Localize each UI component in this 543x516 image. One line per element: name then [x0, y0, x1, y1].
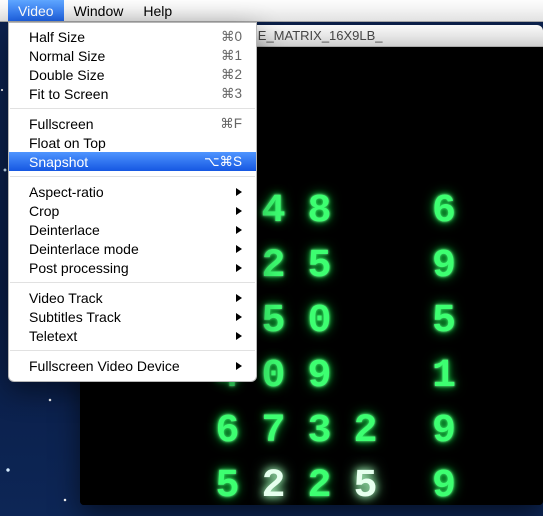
menu-separator — [10, 282, 255, 283]
matrix-digit: 3 — [297, 409, 343, 454]
matrix-digit — [343, 354, 389, 399]
menu-item-deinterlace[interactable]: Deinterlace — [9, 220, 256, 239]
matrix-digit: 2 — [297, 464, 343, 505]
menu-item-label: Teletext — [29, 328, 226, 344]
menu-item-label: Double Size — [29, 67, 209, 83]
chevron-right-icon — [236, 313, 242, 321]
matrix-digit: 1 — [389, 354, 461, 399]
menu-separator — [10, 176, 255, 177]
chevron-right-icon — [236, 362, 242, 370]
menu-item-shortcut: ⌘F — [220, 116, 242, 132]
chevron-right-icon — [236, 245, 242, 253]
chevron-right-icon — [236, 226, 242, 234]
menu-label: Help — [143, 3, 172, 19]
menu-item-label: Normal Size — [29, 48, 209, 64]
chevron-right-icon — [236, 207, 242, 215]
menu-video[interactable]: Video — [8, 0, 64, 21]
menu-label: Video — [18, 3, 54, 19]
matrix-digit: 0 — [297, 299, 343, 344]
menu-item-fit-to-screen[interactable]: Fit to Screen ⌘3 — [9, 84, 256, 103]
menu-item-video-track[interactable]: Video Track — [9, 288, 256, 307]
menu-item-shortcut: ⌘0 — [221, 29, 242, 45]
menu-item-label: Subtitles Track — [29, 309, 226, 325]
menu-item-post-processing[interactable]: Post processing — [9, 258, 256, 277]
menu-item-label: Post processing — [29, 260, 226, 276]
menu-item-label: Crop — [29, 203, 226, 219]
matrix-digit: 6 — [205, 409, 251, 454]
matrix-digit: 9 — [389, 409, 461, 454]
menu-item-deinterlace-mode[interactable]: Deinterlace mode — [9, 239, 256, 258]
chevron-right-icon — [236, 294, 242, 302]
matrix-digit: 8 — [297, 189, 343, 234]
menu-item-fullscreen-video-device[interactable]: Fullscreen Video Device — [9, 356, 256, 375]
menu-item-label: Fullscreen Video Device — [29, 358, 226, 374]
menu-item-label: Fit to Screen — [29, 86, 209, 102]
menu-item-label: Deinterlace — [29, 222, 226, 238]
matrix-digit: 0 — [251, 354, 297, 399]
video-menu-dropdown[interactable]: Half Size⌘0Normal Size⌘1Double Size⌘2Fit… — [8, 22, 257, 382]
chevron-right-icon — [236, 188, 242, 196]
matrix-digit: 2 — [343, 409, 389, 454]
matrix-digit: 6 — [389, 189, 461, 234]
menubar[interactable]: Video Window Help — [0, 0, 543, 22]
menu-item-label: Aspect-ratio — [29, 184, 226, 200]
matrix-digit: 5 — [297, 244, 343, 289]
menu-item-float-on-top[interactable]: Float on Top — [9, 133, 256, 152]
menu-item-label: Snapshot — [29, 154, 192, 170]
matrix-digit: 7 — [251, 409, 297, 454]
menu-item-label: Float on Top — [29, 135, 242, 151]
matrix-digit: 5 — [251, 299, 297, 344]
menu-help[interactable]: Help — [133, 0, 182, 21]
matrix-digit — [343, 244, 389, 289]
menu-item-shortcut: ⌘3 — [221, 86, 242, 102]
matrix-digit: 5 — [389, 299, 461, 344]
menu-window[interactable]: Window — [64, 0, 134, 21]
menu-item-teletext[interactable]: Teletext — [9, 326, 256, 345]
menu-item-crop[interactable]: Crop — [9, 201, 256, 220]
menu-item-label: Fullscreen — [29, 116, 208, 132]
matrix-digit: 9 — [389, 244, 461, 289]
menu-item-half-size[interactable]: Half Size ⌘0 — [9, 27, 256, 46]
menu-item-label: Deinterlace mode — [29, 241, 226, 257]
matrix-digit: 9 — [297, 354, 343, 399]
menu-item-shortcut: ⌥⌘S — [204, 154, 242, 170]
menu-item-label: Half Size — [29, 29, 209, 45]
menu-separator — [10, 350, 255, 351]
menu-item-subtitles-track[interactable]: Subtitles Track — [9, 307, 256, 326]
matrix-digit: 5 — [205, 464, 251, 505]
chevron-right-icon — [236, 332, 242, 340]
matrix-digit — [343, 189, 389, 234]
matrix-digit — [343, 299, 389, 344]
menu-item-label: Video Track — [29, 290, 226, 306]
menu-item-normal-size[interactable]: Normal Size ⌘1 — [9, 46, 256, 65]
menu-label: Window — [74, 3, 124, 19]
menu-item-double-size[interactable]: Double Size ⌘2 — [9, 65, 256, 84]
matrix-digit: 2 — [251, 464, 297, 505]
matrix-digit: 2 — [251, 244, 297, 289]
matrix-digit: 9 — [389, 464, 461, 505]
menu-item-shortcut: ⌘2 — [221, 67, 242, 83]
menu-separator — [10, 108, 255, 109]
matrix-digit: 4 — [251, 189, 297, 234]
menu-item-fullscreen[interactable]: Fullscreen ⌘F — [9, 114, 256, 133]
menu-item-aspect-ratio[interactable]: Aspect-ratio — [9, 182, 256, 201]
menu-item-snapshot[interactable]: Snapshot ⌥⌘S — [9, 152, 256, 171]
matrix-digit: 5 — [343, 464, 389, 505]
chevron-right-icon — [236, 264, 242, 272]
menu-item-shortcut: ⌘1 — [221, 48, 242, 64]
window-title: THE_MATRIX_16X9LB_ — [240, 28, 382, 43]
